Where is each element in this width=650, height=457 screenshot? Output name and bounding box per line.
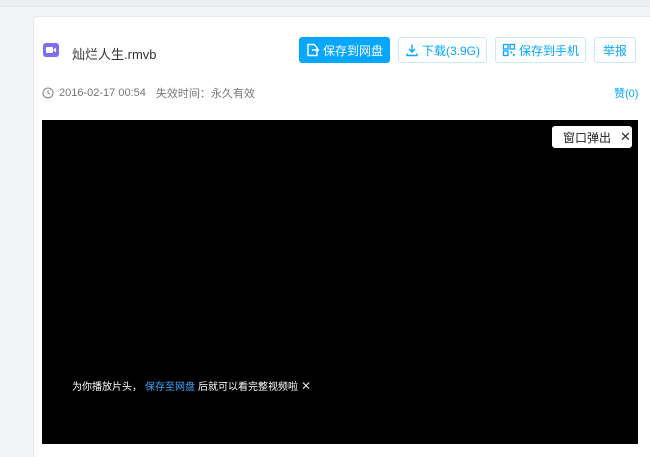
clock-icon: [42, 87, 54, 99]
video-file-icon: [43, 43, 59, 57]
popup-window-label: 窗口弹出: [563, 130, 612, 145]
notice-close-icon[interactable]: ✕: [301, 379, 311, 393]
file-name: 灿烂人生.rmvb: [72, 47, 157, 62]
report-label: 举报: [602, 43, 627, 58]
save-to-cloud-label: 保存到网盘: [322, 43, 383, 58]
save-to-phone-label: 保存到手机: [518, 43, 579, 58]
notice-prefix: 为你播放片头，: [72, 382, 142, 393]
close-icon: ✕: [620, 129, 631, 144]
download-icon: [406, 44, 418, 57]
notice-save-link[interactable]: 保存至网盘: [145, 378, 195, 393]
like-link[interactable]: 赞(0): [614, 85, 638, 101]
qrcode-icon: [502, 43, 516, 57]
save-to-cloud-button[interactable]: 保存到网盘: [299, 37, 390, 63]
popup-window-button[interactable]: 窗口弹出 ✕: [552, 126, 632, 148]
upload-datetime: 2016-02-17 00:54: [59, 87, 146, 99]
file-meta: 2016-02-17 00:54 失效时间：永久有效: [42, 85, 255, 101]
download-button[interactable]: 下载(3.9G): [398, 37, 487, 63]
save-to-phone-button[interactable]: 保存到手机: [495, 37, 586, 63]
save-icon: [307, 43, 320, 57]
top-bar: [0, 0, 650, 7]
report-button[interactable]: 举报: [594, 37, 636, 63]
preview-notice: 为你播放片头， 保存至网盘 后就可以看完整视频啦 ✕: [72, 378, 311, 394]
download-label: 下载(3.9G): [421, 43, 480, 58]
expire-time: 失效时间：永久有效: [155, 88, 255, 100]
notice-suffix: 后就可以看完整视频啦: [198, 382, 298, 393]
video-player[interactable]: [42, 120, 638, 444]
